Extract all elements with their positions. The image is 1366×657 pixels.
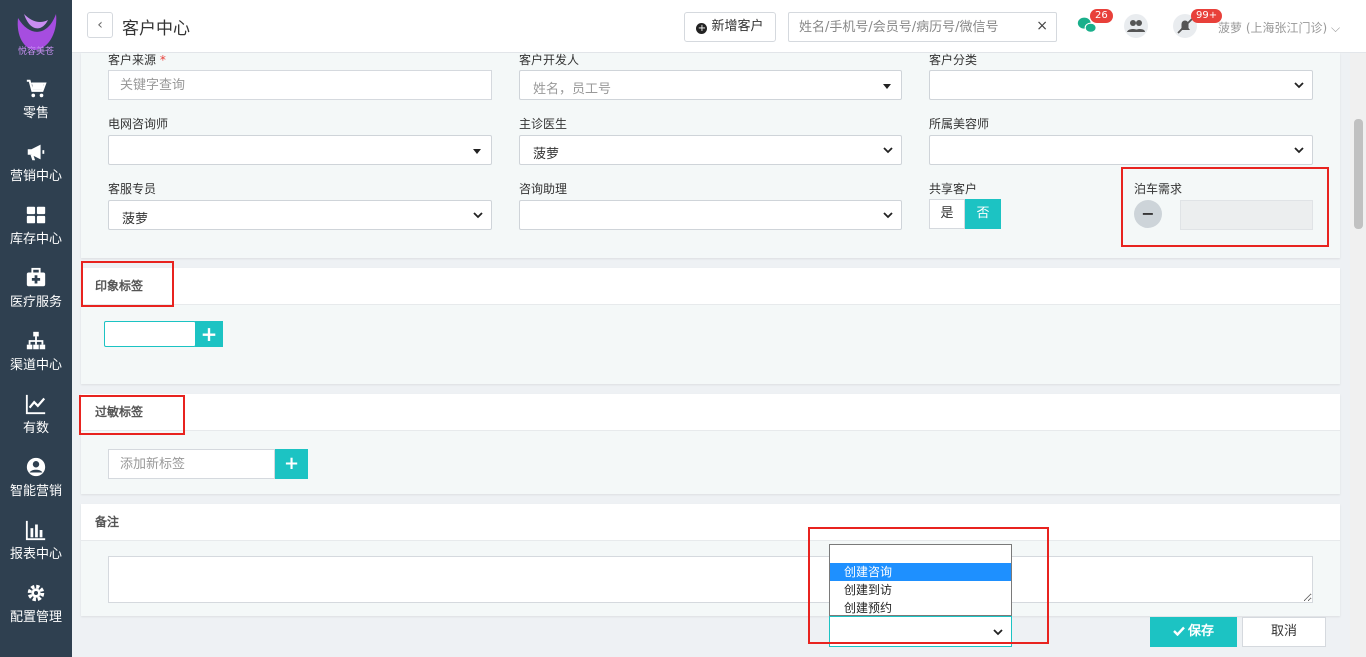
search-box: × [788, 12, 1057, 42]
notification-button[interactable]: 99+ [1173, 9, 1223, 40]
assistant-label: 咨询助理 [519, 182, 568, 196]
sidebar-item-label: 有数 [22, 421, 49, 436]
team-icon [1124, 14, 1148, 38]
remark-textarea[interactable] [108, 556, 1313, 603]
add-impression-tag-button[interactable]: + [195, 321, 223, 347]
highlight-box [808, 527, 1049, 644]
sidebar: 悦容美苍 零售 营销中心 库存中心 医疗服务 渠道中心 有数 智能营销 报表中心… [0, 0, 72, 657]
top-header: ‹ 客户中心 +新增客户 × 26 99+ 菠萝 (上海张江门诊) ⌵ [72, 0, 1366, 53]
sidebar-item-label: 库存中心 [9, 232, 62, 247]
shared-label: 共享客户 [929, 182, 978, 196]
plus-circle-icon: + [696, 23, 708, 34]
remark-title: 备注 [81, 504, 1340, 541]
logo-text: 悦容美苍 [17, 47, 54, 57]
source-label: 客户来源 * [108, 53, 166, 67]
impression-tag-input[interactable] [104, 321, 196, 347]
highlight-box [81, 261, 174, 307]
wechat-badge: 26 [1090, 9, 1113, 23]
sidebar-item-medical[interactable]: 医疗服务 [0, 267, 72, 327]
line-chart-icon [25, 394, 46, 415]
chevron-down-icon [1294, 147, 1304, 154]
caret-down-icon [883, 84, 891, 89]
highlight-box [79, 395, 185, 435]
user-circle-icon [26, 457, 46, 477]
category-select[interactable] [929, 70, 1313, 100]
sidebar-item-marketing[interactable]: 营销中心 [0, 141, 72, 201]
clear-icon[interactable]: × [1036, 18, 1048, 34]
allergy-tags-title: 过敏标签 [81, 394, 1340, 431]
medkit-icon [26, 267, 46, 287]
shared-yes-button[interactable]: 是 [929, 199, 965, 229]
sidebar-item-label: 配置管理 [9, 610, 62, 625]
sidebar-item-label: 营销中心 [9, 169, 62, 184]
chevron-down-icon [1294, 82, 1304, 89]
allergy-tag-input[interactable] [108, 449, 275, 479]
sidebar-item-label: 医疗服务 [9, 295, 62, 310]
online-consultant-label: 电网咨询师 [108, 117, 169, 131]
new-customer-button[interactable]: + 新增客户 [684, 12, 776, 42]
back-button[interactable]: ‹ [87, 12, 113, 38]
sidebar-item-data[interactable]: 有数 [0, 393, 72, 453]
gear-icon [27, 584, 45, 602]
sitemap-icon [26, 331, 46, 350]
chevron-down-icon [473, 212, 483, 219]
doctor-select[interactable]: 菠萝 [519, 135, 902, 165]
megaphone-icon [27, 144, 45, 161]
sidebar-item-label: 零售 [22, 106, 49, 121]
impression-tags-title: 印象标签 [81, 268, 1340, 305]
caret-down-icon [473, 149, 481, 154]
team-button[interactable] [1124, 14, 1150, 40]
sidebar-item-label: 智能营销 [9, 484, 62, 499]
sidebar-item-retail[interactable]: 零售 [0, 78, 72, 138]
check-icon [1173, 626, 1185, 637]
highlight-box [1121, 167, 1329, 247]
service-label: 客服专员 [108, 182, 157, 196]
sidebar-item-label: 报表中心 [9, 547, 62, 562]
search-input[interactable] [789, 13, 1027, 41]
beautician-label: 所属美容师 [929, 117, 990, 131]
doctor-label: 主诊医生 [519, 117, 568, 131]
sidebar-item-smart-marketing[interactable]: 智能营销 [0, 456, 72, 516]
service-select[interactable]: 菠萝 [108, 200, 492, 230]
doctor-value: 菠萝 [533, 147, 560, 162]
assistant-select[interactable] [519, 200, 902, 230]
cancel-button[interactable]: 取消 [1242, 617, 1326, 647]
new-customer-label: 新增客户 [711, 19, 764, 34]
scroll-thumb[interactable] [1354, 119, 1363, 229]
sidebar-item-inventory[interactable]: 库存中心 [0, 204, 72, 264]
user-menu[interactable]: 菠萝 (上海张江门诊) ⌵ [1218, 19, 1340, 36]
sidebar-item-settings[interactable]: 配置管理 [0, 582, 72, 642]
add-allergy-tag-button[interactable]: + [275, 449, 308, 479]
sidebar-item-label: 渠道中心 [9, 358, 62, 373]
source-input[interactable] [108, 70, 492, 100]
page-title: 客户中心 [122, 19, 190, 39]
category-label: 客户分类 [929, 53, 978, 67]
grid-icon [26, 206, 46, 224]
developer-label: 客户开发人 [519, 53, 580, 67]
developer-select[interactable]: 姓名，员工号 [519, 70, 902, 100]
cart-icon [26, 79, 47, 98]
bar-chart-icon [25, 520, 46, 541]
allergy-tags-panel: 过敏标签 [81, 394, 1340, 494]
wechat-button[interactable]: 26 [1076, 9, 1113, 40]
developer-placeholder: 姓名，员工号 [533, 82, 612, 97]
sidebar-item-channel[interactable]: 渠道中心 [0, 330, 72, 390]
save-button[interactable]: 保存 [1150, 617, 1237, 647]
online-consultant-select[interactable] [108, 135, 492, 165]
chevron-down-icon [883, 212, 893, 219]
shared-no-button[interactable]: 否 [965, 199, 1001, 229]
sidebar-item-reports[interactable]: 报表中心 [0, 519, 72, 579]
impression-tags-panel: 印象标签 [81, 268, 1340, 384]
shared-toggle: 是 否 [929, 199, 1001, 229]
page-scrollbar[interactable] [1350, 53, 1366, 657]
save-label: 保存 [1187, 624, 1214, 639]
beautician-select[interactable] [929, 135, 1313, 165]
chevron-down-icon [883, 147, 893, 154]
service-value: 菠萝 [122, 212, 149, 227]
